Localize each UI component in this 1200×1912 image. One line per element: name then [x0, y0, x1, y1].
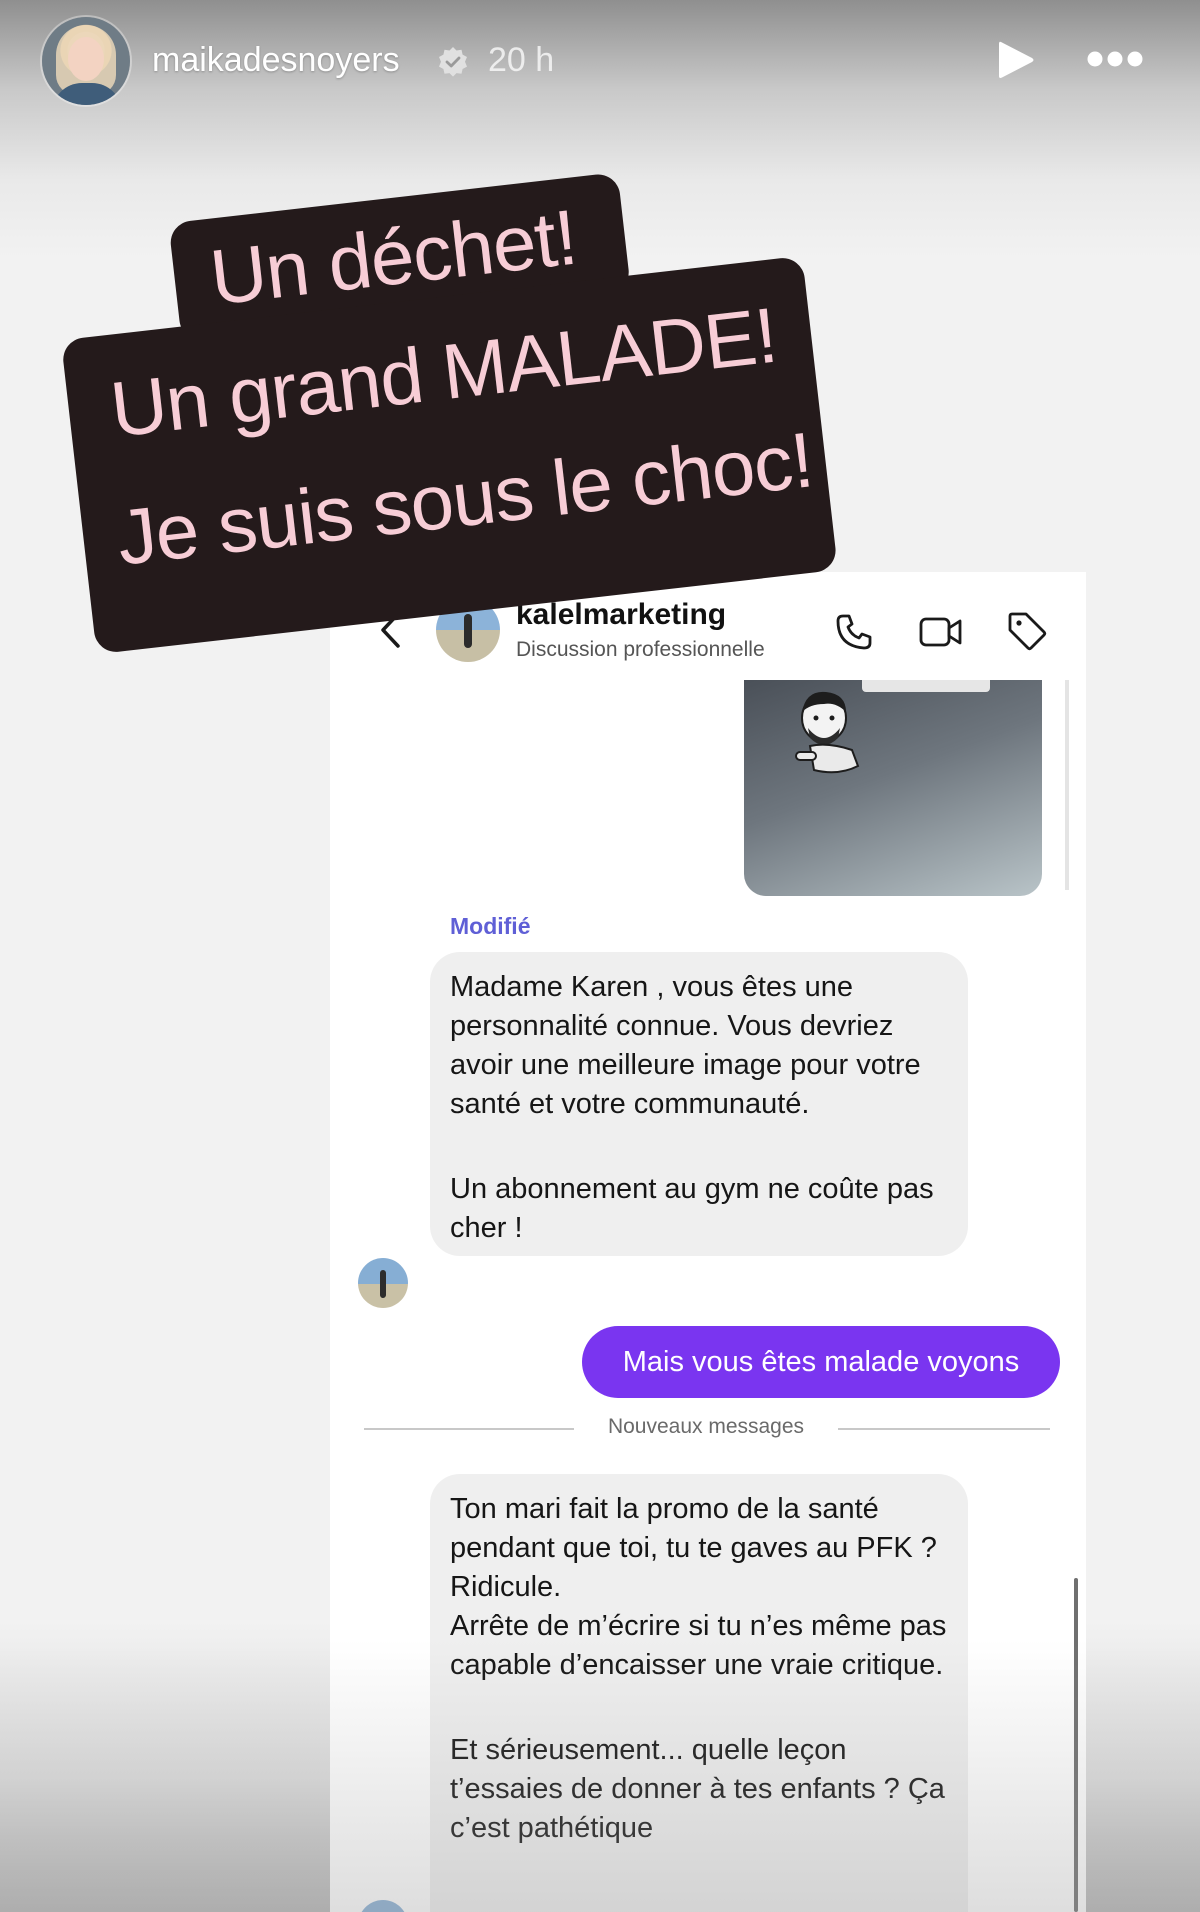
play-icon[interactable] [995, 38, 1037, 82]
divider-line [364, 1428, 574, 1430]
edited-label: Modifié [450, 913, 531, 939]
more-options-icon[interactable] [1086, 50, 1144, 68]
message-text: Et sérieusement... quelle leçon t’essaie… [450, 1734, 945, 1844]
incoming-message-2: Ton mari fait la promo de la santé penda… [430, 1474, 968, 1912]
shared-media-card[interactable] [744, 680, 1042, 896]
cartoon-character-icon [795, 691, 860, 774]
dm-screenshot: kalelmarketing Discussion professionnell… [330, 572, 1086, 1912]
contact-avatar[interactable] [358, 1258, 408, 1308]
scrollbar[interactable] [1074, 1578, 1078, 1912]
profile-avatar[interactable] [42, 17, 130, 105]
divider-line [838, 1428, 1050, 1430]
message-text: Arrête de m’écrire si tu n’es même pas c… [450, 1610, 947, 1681]
instagram-story: maikadesnoyers 20 h Un déchet! Un grand … [0, 0, 1200, 1912]
story-username[interactable]: maikadesnoyers [152, 41, 400, 80]
scroll-indicator-top [1065, 680, 1069, 890]
message-text: Un abonnement au gym ne coûte pas cher ! [450, 1173, 934, 1244]
media-tag-label [862, 680, 990, 692]
story-header: maikadesnoyers 20 h [0, 0, 1200, 130]
outgoing-message: Mais vous êtes malade voyons [582, 1326, 1060, 1398]
verified-badge-icon [439, 47, 467, 77]
avatar-figure [380, 1270, 386, 1298]
incoming-message-1: Madame Karen , vous êtes une personnalit… [430, 952, 968, 1256]
story-timestamp: 20 h [488, 41, 555, 79]
message-text: Ton mari fait la promo de la santé penda… [450, 1493, 937, 1603]
contact-avatar[interactable] [358, 1900, 408, 1912]
avatar-face [68, 37, 104, 81]
new-messages-divider: Nouveaux messages [607, 1415, 805, 1438]
message-text: Madame Karen , vous êtes une personnalit… [450, 971, 921, 1120]
